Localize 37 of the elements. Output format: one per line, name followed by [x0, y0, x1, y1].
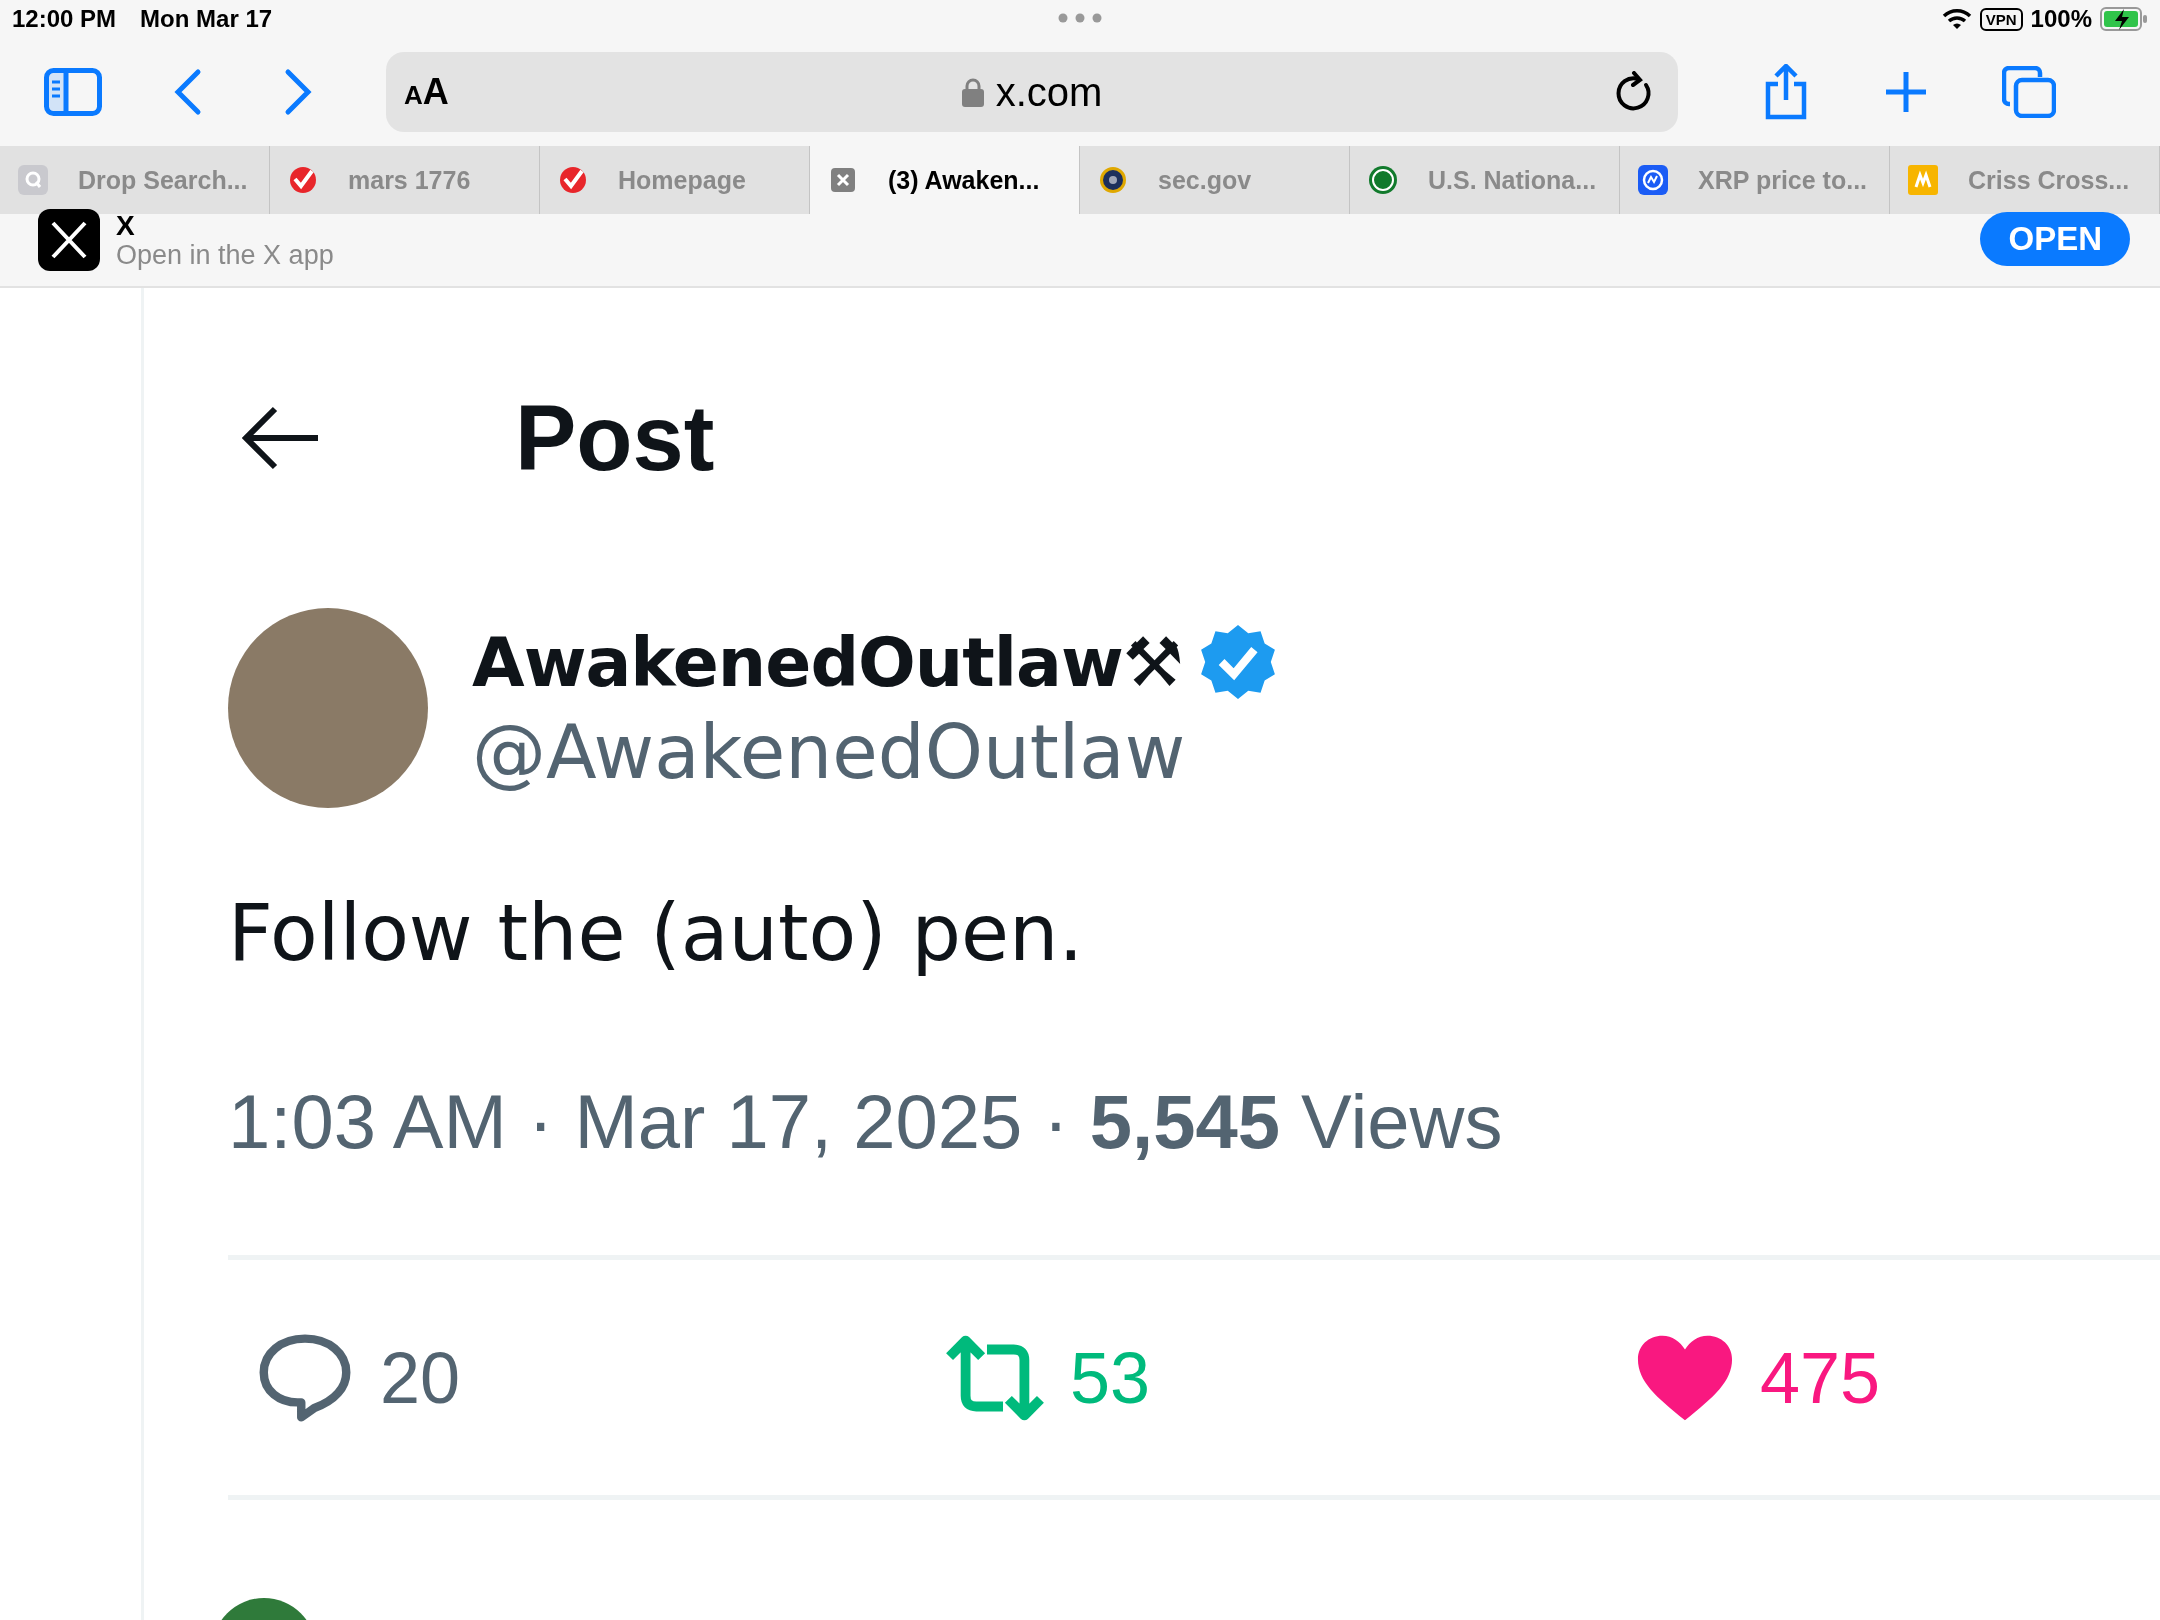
- post-meta: 1:03 AM · Mar 17, 2025 · 5,545 Views: [228, 1078, 1504, 1165]
- page-title: Post: [515, 385, 715, 491]
- ring-badge-icon: [1368, 165, 1398, 195]
- open-app-button[interactable]: OPEN: [1980, 212, 2130, 266]
- seal-icon: [1098, 165, 1128, 195]
- forward-icon[interactable]: [284, 68, 314, 116]
- search-favicon-icon: [18, 165, 48, 195]
- battery-percent: 100%: [2030, 5, 2092, 33]
- sidebar-icon[interactable]: [44, 68, 102, 116]
- reader-button[interactable]: AA: [404, 71, 449, 113]
- url-text: x.com: [995, 69, 1103, 115]
- wifi-icon: [1941, 8, 1972, 30]
- lock-icon: [961, 77, 984, 107]
- action-count: 53: [1070, 1336, 1151, 1419]
- user-handle[interactable]: @AwakenedOutlaw: [472, 709, 1279, 795]
- close-tab-icon[interactable]: [828, 165, 858, 195]
- more-dots-icon[interactable]: [1058, 13, 1102, 23]
- address-bar[interactable]: AA x.com: [386, 52, 1678, 132]
- tabs-overview-icon[interactable]: [2002, 66, 2056, 118]
- vpn-badge: VPN: [1979, 7, 2023, 31]
- status-time: 12:00 PM: [12, 5, 117, 33]
- browser-tab[interactable]: (3) Awaken...: [810, 146, 1080, 214]
- app-name: X: [116, 211, 136, 240]
- check-bubble-icon: [558, 165, 588, 195]
- action-count: 20: [380, 1336, 461, 1419]
- app-banner-subtitle: Open in the X app: [116, 239, 334, 271]
- post-text: Follow the (auto) pen.: [228, 888, 1085, 978]
- display-name[interactable]: AwakenedOutlaw⚒: [472, 622, 1183, 702]
- chart-logo-icon: [1638, 165, 1668, 195]
- new-tab-icon[interactable]: [1884, 70, 1928, 114]
- back-icon[interactable]: [172, 68, 202, 116]
- tile-icon: [1908, 165, 1938, 195]
- action-count: 475: [1760, 1336, 1881, 1419]
- battery-charging-icon: [2100, 7, 2148, 31]
- check-bubble-icon: [288, 165, 318, 195]
- back-arrow-icon[interactable]: [242, 405, 320, 471]
- status-date: Mon Mar 17: [140, 5, 273, 33]
